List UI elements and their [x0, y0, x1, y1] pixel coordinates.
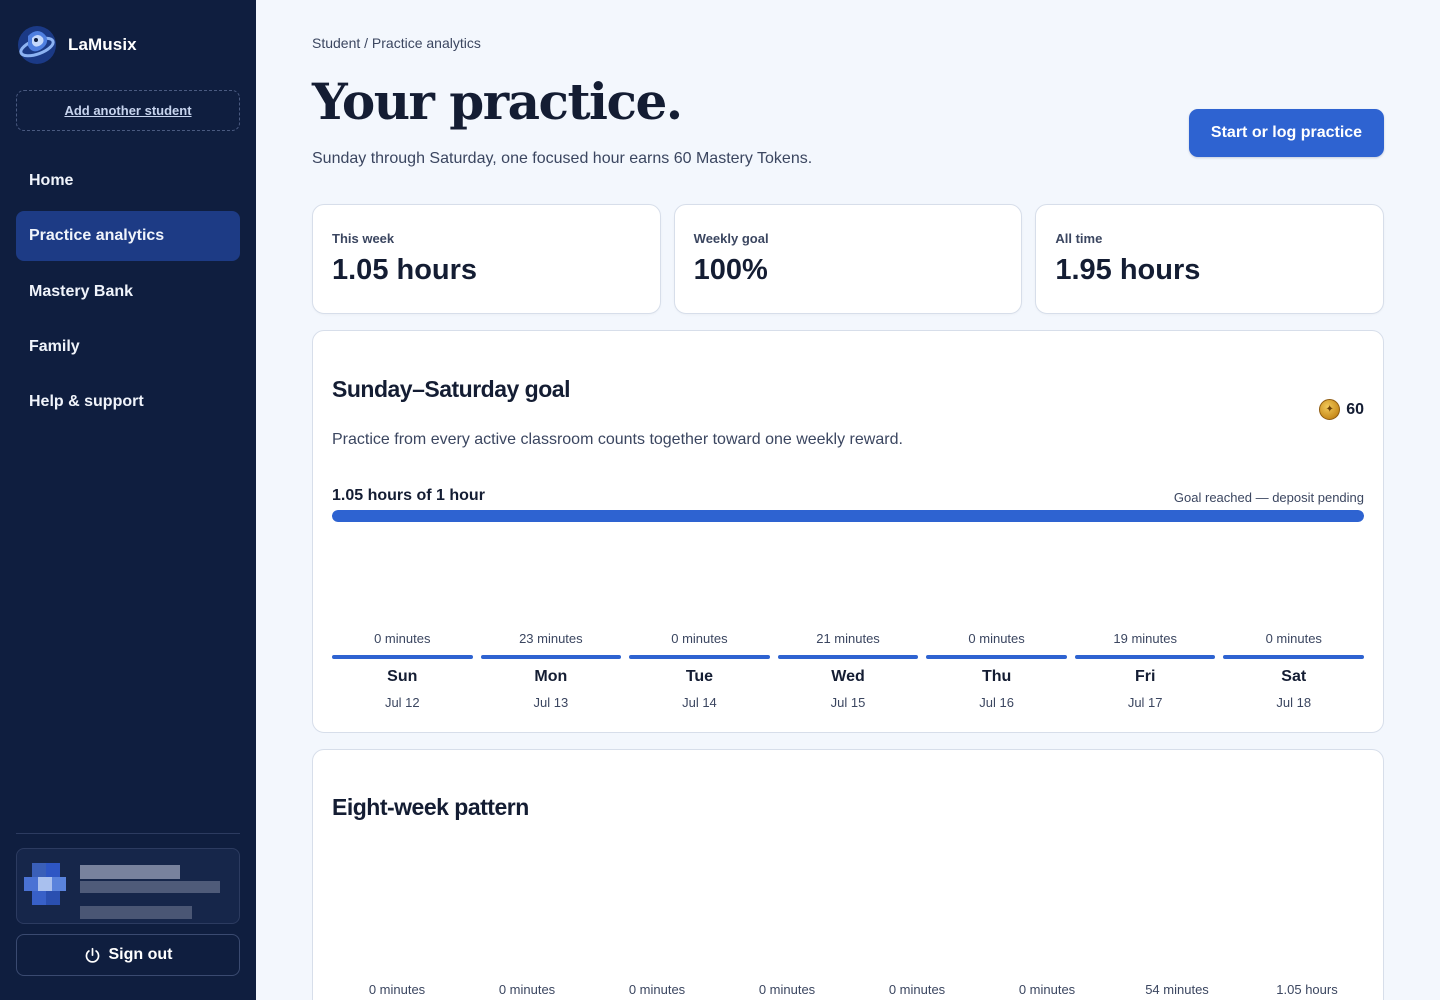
day-date: Jul 15	[830, 695, 866, 710]
sidebar-item-practice-analytics[interactable]: Practice analytics	[16, 211, 240, 262]
day-column: 0 minutes Sun Jul 12	[332, 631, 473, 710]
day-minutes: 0 minutes	[671, 631, 728, 646]
goal-description: Practice from every active classroom cou…	[332, 431, 903, 448]
stat-value: 100%	[693, 254, 768, 286]
day-column: 21 minutes Wed Jul 15	[777, 631, 919, 710]
week-total: 0 minutes	[628, 982, 686, 997]
day-column: 0 minutes Sat Jul 18	[1223, 631, 1365, 710]
day-name: Sat	[1281, 668, 1307, 685]
page-title: Your practice.	[312, 72, 683, 131]
sidebar-item-mastery-bank[interactable]: Mastery Bank	[16, 267, 240, 317]
profile-name-redacted	[80, 865, 180, 879]
week-total: 0 minutes	[368, 982, 426, 997]
day-bar	[1223, 655, 1365, 659]
profile-detail-redacted	[80, 881, 220, 893]
avatar	[24, 863, 68, 907]
day-bar	[480, 655, 622, 659]
token-reward: ✦ 60	[1319, 399, 1364, 420]
page-subtitle: Sunday through Saturday, one focused hou…	[312, 150, 813, 167]
add-student-label: Add another student	[64, 103, 192, 118]
add-student-button[interactable]: Add another student	[16, 90, 240, 131]
stats-row: This week 1.05 hours Weekly goal 100% Al…	[312, 204, 1385, 314]
profile-card[interactable]	[16, 848, 240, 924]
day-date: Jul 13	[533, 695, 569, 710]
brand-name: LaMusix	[68, 35, 137, 54]
day-date: Jul 18	[1276, 695, 1312, 710]
sign-out-label: Sign out	[108, 946, 173, 963]
brand[interactable]: LaMusix	[16, 24, 137, 66]
day-column: 19 minutes Fri Jul 17	[1074, 631, 1216, 710]
stat-label: All time	[1055, 231, 1103, 246]
stat-card-weekly-goal: Weekly goal 100%	[673, 204, 1023, 314]
goal-title: Sunday–Saturday goal	[332, 376, 570, 402]
stat-label: This week	[332, 231, 395, 246]
token-value: 60	[1346, 400, 1364, 418]
day-bar	[332, 655, 473, 659]
day-date: Jul 16	[979, 695, 1014, 710]
day-name: Tue	[685, 668, 714, 685]
day-bar	[629, 655, 770, 659]
day-column: 0 minutes Tue Jul 14	[629, 631, 770, 710]
day-bar	[777, 655, 919, 659]
sidebar-item-home[interactable]: Home	[16, 156, 240, 206]
profile-sub-redacted	[80, 906, 192, 919]
goal-progress-bar	[332, 510, 1364, 522]
stat-label: Weekly goal	[693, 231, 769, 246]
day-minutes: 0 minutes	[374, 631, 431, 646]
stat-card-all-time: All time 1.95 hours	[1035, 204, 1385, 314]
week-total: 0 minutes	[888, 982, 946, 997]
day-name: Thu	[981, 668, 1012, 685]
day-date: Jul 17	[1127, 695, 1163, 710]
sidebar-item-help-support[interactable]: Help & support	[16, 377, 240, 427]
sidebar-nav: Home Practice analytics Mastery Bank Fam…	[16, 156, 240, 432]
day-name: Wed	[831, 668, 865, 685]
day-minutes: 0 minutes	[968, 631, 1025, 646]
sidebar-divider	[16, 833, 240, 834]
week-total: 1.05 hours	[1276, 982, 1338, 997]
sign-out-button[interactable]: Sign out	[16, 934, 240, 976]
daily-breakdown: 0 minutes Sun Jul 12 23 minutes Mon Jul …	[332, 631, 1365, 710]
day-minutes: 23 minutes	[519, 631, 583, 646]
week-total: 54 minutes	[1145, 982, 1209, 997]
day-name: Mon	[534, 668, 568, 685]
power-icon	[85, 947, 99, 963]
weekly-goal-card: Sunday–Saturday goal ✦ 60 Practice from …	[312, 330, 1384, 733]
mastery-token-icon: ✦	[1319, 399, 1341, 420]
day-minutes: 19 minutes	[1113, 631, 1177, 646]
eight-week-pattern-card: Eight-week pattern 0 minutes 0 minutes 0…	[312, 749, 1384, 1000]
day-minutes: 0 minutes	[1265, 631, 1322, 646]
day-date: Jul 14	[682, 695, 717, 710]
day-name: Sun	[387, 668, 418, 685]
day-name: Fri	[1134, 668, 1156, 685]
stat-value: 1.05 hours	[332, 254, 478, 286]
breadcrumb: Student / Practice analytics	[312, 35, 481, 51]
day-bar	[1074, 655, 1216, 659]
sidebar: LaMusix Add another student Home Practic…	[0, 0, 256, 1000]
day-column: 0 minutes Thu Jul 16	[926, 631, 1067, 710]
day-column: 23 minutes Mon Jul 13	[480, 631, 622, 710]
stat-card-this-week: This week 1.05 hours	[312, 204, 661, 314]
sidebar-item-family[interactable]: Family	[16, 322, 240, 372]
pattern-title: Eight-week pattern	[332, 794, 529, 820]
weekly-breakdown: 0 minutes 0 minutes 0 minutes 0 minutes …	[332, 982, 1372, 997]
week-total: 0 minutes	[498, 982, 556, 997]
day-minutes: 21 minutes	[816, 631, 880, 646]
week-total: 0 minutes	[758, 982, 816, 997]
week-total: 0 minutes	[1018, 982, 1076, 997]
day-bar	[926, 655, 1067, 659]
stat-value: 1.95 hours	[1055, 254, 1201, 286]
goal-progress-fill	[332, 510, 1364, 522]
lamusix-logo-icon	[18, 26, 56, 64]
start-log-practice-button[interactable]: Start or log practice	[1189, 109, 1384, 157]
progress-status: Goal reached — deposit pending	[1173, 490, 1364, 505]
progress-label: 1.05 hours of 1 hour	[332, 487, 485, 504]
day-date: Jul 12	[384, 695, 420, 710]
